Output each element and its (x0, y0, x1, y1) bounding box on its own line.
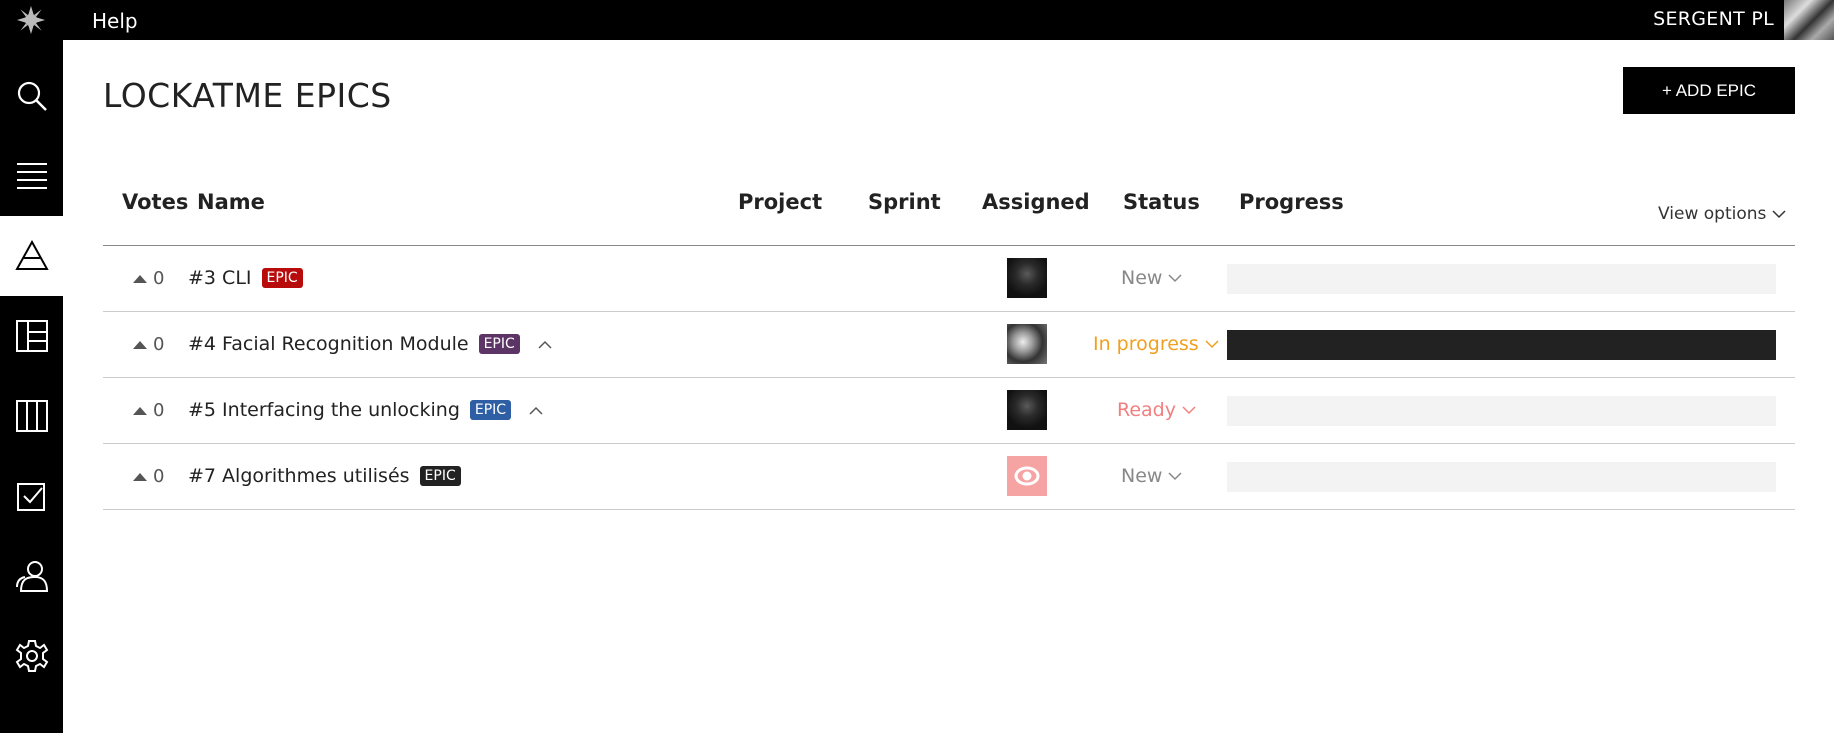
epic-name-link[interactable]: #5 Interfacing the unlocking EPIC (188, 399, 543, 421)
chevron-up-icon (538, 340, 552, 349)
sidebar-item-menu[interactable] (0, 136, 63, 216)
column-header-name[interactable]: Name (197, 190, 265, 214)
identicon-icon (1014, 466, 1040, 486)
epic-name: #3 CLI (188, 267, 252, 289)
column-header-sprint[interactable]: Sprint (868, 190, 941, 214)
epic-name-link[interactable]: #3 CLI EPIC (188, 267, 303, 289)
column-header-progress[interactable]: Progress (1239, 190, 1344, 214)
column-header-project[interactable]: Project (738, 190, 822, 214)
status-label: New (1121, 267, 1163, 289)
epics-icon (14, 239, 49, 270)
progress-fill (1227, 330, 1776, 360)
vote-count: 0 (153, 334, 165, 355)
team-icon (15, 561, 48, 592)
page-title: LOCKATME EPICS (103, 76, 392, 115)
epic-tag: EPIC (478, 334, 520, 354)
upvote-icon (133, 406, 147, 415)
status-label: Ready (1117, 399, 1176, 421)
vote-button[interactable]: 0 (133, 466, 164, 487)
progress-bar (1227, 462, 1776, 492)
upvote-icon (133, 340, 147, 349)
sidebar-item-search[interactable] (0, 56, 63, 136)
epic-tag: EPIC (469, 400, 512, 420)
collapse-toggle[interactable] (529, 399, 543, 421)
kanban-icon (15, 320, 48, 352)
vote-button[interactable]: 0 (133, 334, 164, 355)
status-label: New (1121, 465, 1163, 487)
epic-tag: EPIC (419, 466, 461, 486)
epic-name: #7 Algorithmes utilisés (188, 465, 410, 487)
app-logo-icon[interactable] (14, 3, 48, 37)
progress-bar (1227, 396, 1776, 426)
help-link[interactable]: Help (92, 9, 138, 33)
table-row: 0 #5 Interfacing the unlocking EPIC Read… (103, 378, 1795, 444)
column-header-assigned[interactable]: Assigned (982, 190, 1090, 214)
vote-count: 0 (153, 400, 165, 421)
column-header-votes[interactable]: Votes (122, 190, 188, 214)
status-label: In progress (1093, 333, 1199, 355)
status-dropdown[interactable]: Ready (1117, 399, 1196, 421)
status-dropdown[interactable]: New (1121, 465, 1182, 487)
upvote-icon (133, 472, 147, 481)
vote-count: 0 (153, 466, 165, 487)
collapse-toggle[interactable] (538, 333, 552, 355)
menu-icon (16, 163, 47, 189)
chevron-up-icon (529, 406, 543, 415)
columns-icon (15, 400, 48, 432)
assigned-avatar[interactable] (1007, 324, 1047, 364)
chevron-down-icon (1772, 210, 1786, 219)
view-options-dropdown[interactable]: View options (1658, 204, 1786, 224)
sidebar-item-issues[interactable] (0, 456, 63, 536)
assigned-avatar[interactable] (1007, 390, 1047, 430)
assigned-avatar[interactable] (1007, 456, 1047, 496)
issues-icon (16, 483, 45, 511)
chevron-down-icon (1168, 472, 1182, 481)
sidebar (0, 40, 63, 733)
chevron-down-icon (1205, 340, 1219, 349)
sidebar-item-columns[interactable] (0, 376, 63, 456)
sidebar-item-settings[interactable] (0, 616, 63, 696)
user-name[interactable]: SERGENT PL (1653, 8, 1774, 30)
epic-name: #5 Interfacing the unlocking (188, 399, 460, 421)
progress-bar (1227, 330, 1776, 360)
top-bar: Help SERGENT PL (0, 0, 1834, 40)
table-row: 0 #7 Algorithmes utilisés EPIC New (103, 444, 1795, 510)
epic-name-link[interactable]: #4 Facial Recognition Module EPIC (188, 333, 552, 355)
upvote-icon (133, 274, 147, 283)
table-row: 0 #3 CLI EPIC New (103, 246, 1795, 312)
epic-name-link[interactable]: #7 Algorithmes utilisés EPIC (188, 465, 461, 487)
search-icon (17, 81, 47, 111)
epic-tag: EPIC (261, 268, 303, 288)
epic-name: #4 Facial Recognition Module (188, 333, 469, 355)
table-row: 0 #4 Facial Recognition Module EPIC In p… (103, 312, 1795, 378)
view-options-label: View options (1658, 204, 1767, 224)
sidebar-item-epics[interactable] (0, 216, 63, 296)
assigned-avatar[interactable] (1007, 258, 1047, 298)
column-header-status[interactable]: Status (1123, 190, 1200, 214)
status-dropdown[interactable]: In progress (1093, 333, 1219, 355)
vote-button[interactable]: 0 (133, 400, 164, 421)
sidebar-item-team[interactable] (0, 536, 63, 616)
settings-icon (15, 640, 48, 672)
user-avatar[interactable] (1784, 0, 1834, 40)
vote-button[interactable]: 0 (133, 268, 164, 289)
chevron-down-icon (1168, 274, 1182, 283)
chevron-down-icon (1182, 406, 1196, 415)
sidebar-item-kanban[interactable] (0, 296, 63, 376)
status-dropdown[interactable]: New (1121, 267, 1182, 289)
progress-bar (1227, 264, 1776, 294)
add-epic-button[interactable]: + ADD EPIC (1623, 67, 1795, 114)
vote-count: 0 (153, 268, 165, 289)
